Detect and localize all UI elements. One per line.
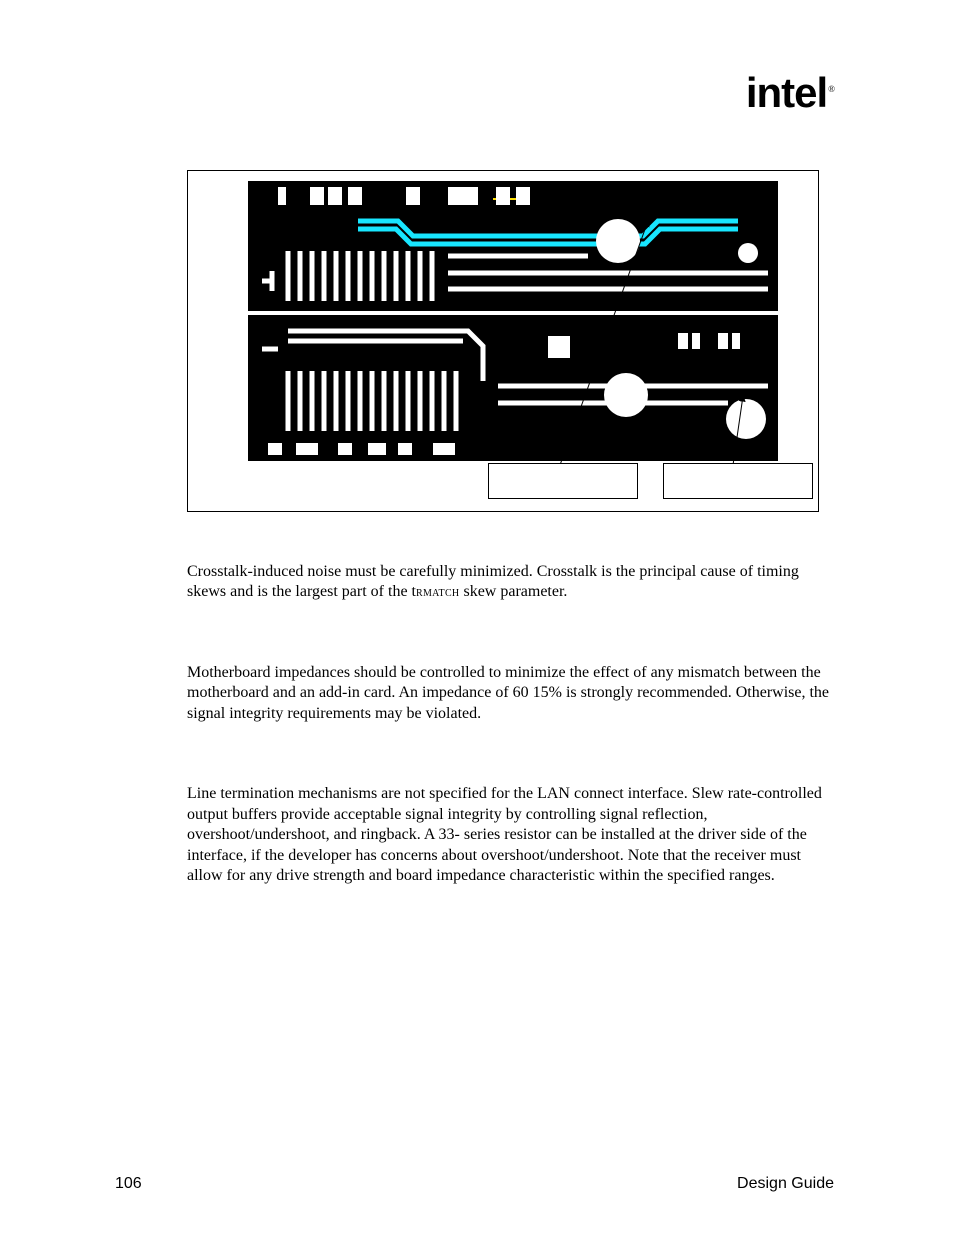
text: skew parameter.	[459, 583, 567, 600]
logo-text: intel	[746, 69, 827, 116]
intel-logo: intel®	[746, 72, 834, 114]
subscript-rmatch: RMATCH	[416, 588, 459, 599]
paragraph-termination: Line termination mechanisms are not spec…	[187, 784, 839, 886]
page-footer: 106 Design Guide	[115, 1175, 834, 1193]
figure-frame	[187, 170, 819, 512]
logo-mark: ®	[828, 84, 834, 94]
doc-title: Design Guide	[737, 1175, 834, 1193]
paragraph-crosstalk: Crosstalk-induced noise must be carefull…	[187, 562, 839, 603]
page-number: 106	[115, 1175, 142, 1193]
paragraph-impedance: Motherboard impedances should be control…	[187, 663, 839, 724]
document-page: intel®	[0, 0, 954, 1235]
figure-callout-b	[663, 463, 813, 499]
page-content: Crosstalk-induced noise must be carefull…	[187, 170, 839, 887]
figure-callout-a	[488, 463, 638, 499]
pcb-layout-illustration	[248, 181, 778, 461]
pcb-svg	[248, 181, 778, 461]
